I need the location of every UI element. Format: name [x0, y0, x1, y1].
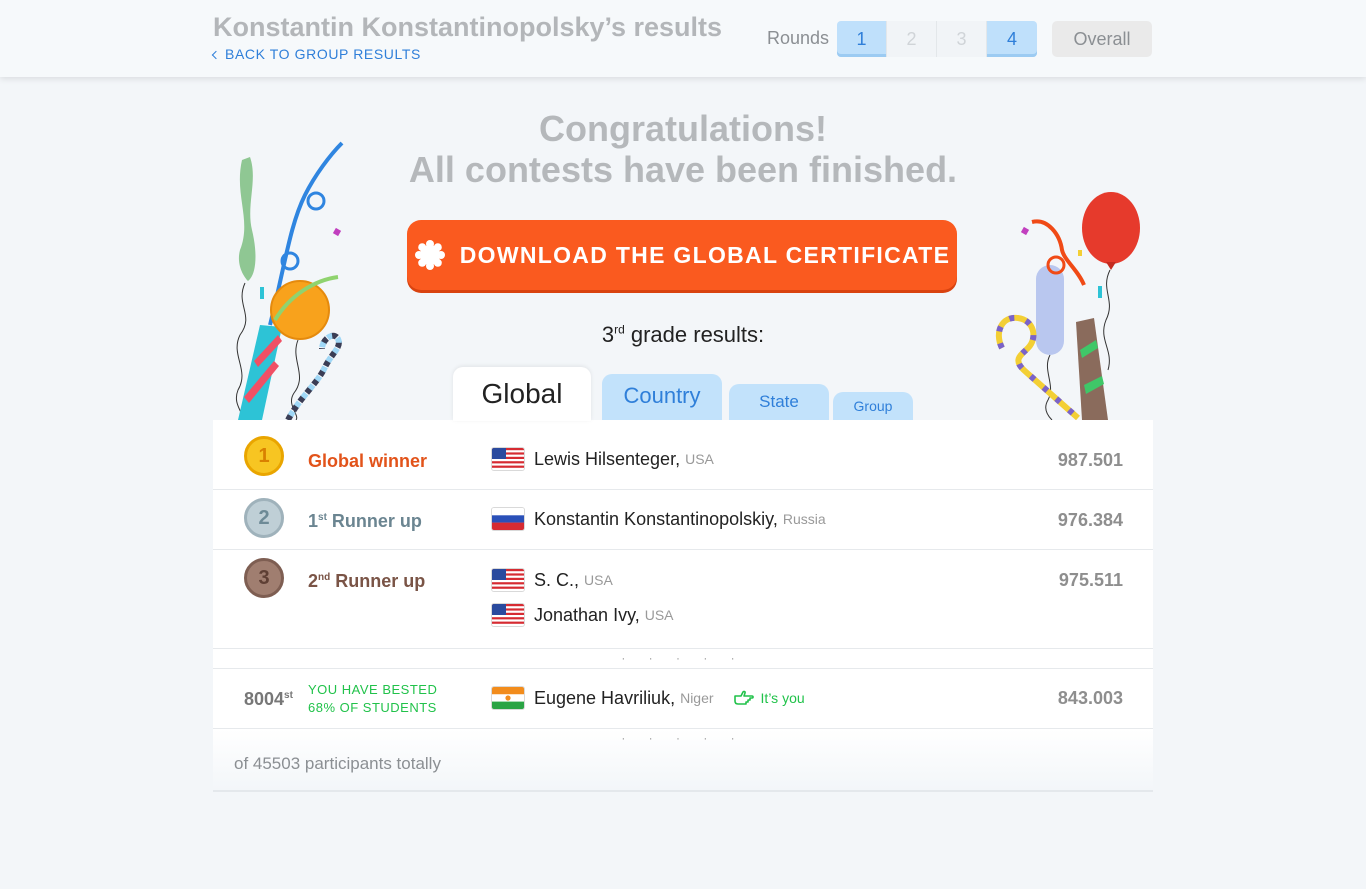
participant-name: Lewis Hilsenteger, [534, 448, 681, 469]
rounds-label: Rounds [767, 28, 830, 48]
tab-state[interactable]: State [729, 384, 829, 420]
usa-flag-icon [492, 448, 524, 470]
usa-flag-icon [492, 604, 524, 626]
place-text: Runner up [326, 511, 422, 531]
page-title: Konstantin Konstantinopolsky’s results [213, 12, 723, 42]
participant-name: S. C., [534, 569, 580, 590]
back-to-group-results-link[interactable]: BACK TO GROUP RESULTS [211, 46, 421, 62]
runner-up-entry: S. C., USA [492, 569, 613, 591]
its-you-label: It’s you [760, 690, 805, 706]
place-number: 1 [308, 511, 319, 531]
results-panel: 1 Global winner Lewis Hilsenteger, USA 9… [213, 420, 1153, 792]
chevron-left-icon [211, 50, 221, 60]
place-suffix: nd [318, 572, 331, 583]
gold-medal-icon: 1 [244, 436, 284, 476]
tab-country[interactable]: Country [602, 374, 722, 420]
participant-name: Konstantin Konstantinopolskiy, [534, 508, 778, 529]
besting-text: YOU HAVE BESTED 68% OF STUDENTS [308, 681, 437, 717]
score: 843.003 [1057, 688, 1123, 708]
participant-country: USA [685, 451, 714, 467]
usa-flag-icon [492, 569, 524, 591]
my-result-row: 8004st YOU HAVE BESTED 68% OF STUDENTS E… [213, 668, 1153, 729]
winner-entry: Lewis Hilsenteger, USA [492, 448, 714, 470]
silver-medal-icon: 2 [244, 498, 284, 538]
niger-flag-icon [492, 687, 524, 709]
russia-flag-icon [492, 508, 524, 530]
grade-text: grade results: [624, 322, 765, 347]
place-number: 2 [308, 571, 319, 591]
score: 976.384 [1057, 510, 1123, 530]
participant-name: Jonathan Ivy, [534, 604, 640, 625]
rank-number: 8004 [244, 689, 285, 709]
party-decoration-left-icon [236, 141, 344, 420]
place-label: Global winner [308, 451, 428, 471]
place-suffix: st [318, 512, 327, 523]
grade-suffix: rd [614, 322, 625, 337]
overall-button[interactable]: Overall [1052, 21, 1152, 57]
tab-global[interactable]: Global [453, 367, 591, 421]
besting-line-2: 68% OF STUDENTS [308, 700, 437, 715]
participant-country: Russia [782, 511, 826, 527]
certificate-button-label: DOWNLOAD THE GLOBAL CERTIFICATE [459, 241, 951, 268]
my-rank: 8004st [244, 689, 293, 710]
download-certificate-button[interactable]: DOWNLOAD THE GLOBAL CERTIFICATE [407, 220, 957, 290]
separator-dots: · · · · · [621, 651, 745, 665]
result-row-global-winner: 1 Global winner Lewis Hilsenteger, USA 9… [213, 420, 1153, 490]
back-link-label: BACK TO GROUP RESULTS [225, 46, 421, 62]
place-label: 1st Runner up [308, 511, 422, 532]
besting-line-1: YOU HAVE BESTED [308, 682, 438, 697]
runner-up-entry: Jonathan Ivy, USA [492, 604, 674, 626]
round-4-button[interactable]: 4 [987, 21, 1037, 57]
place-text: Runner up [330, 571, 426, 591]
round-1-button[interactable]: 1 [837, 21, 887, 57]
participant-country: USA [584, 572, 613, 588]
rank-suffix: st [284, 690, 293, 701]
party-decoration-right-icon [995, 192, 1140, 420]
round-2-button[interactable]: 2 [887, 21, 937, 57]
rounds-selector: 1 2 3 4 [837, 21, 1037, 57]
separator-dots: · · · · · [621, 731, 745, 745]
congratulations-heading: Congratulations! All contests have been … [380, 108, 986, 190]
total-participants: of 45503 participants totally [234, 754, 441, 773]
round-3-button[interactable]: 3 [937, 21, 987, 57]
result-row-second-runner-up: 3 2nd Runner up S. C., USA Jonathan Ivy,… [213, 550, 1153, 649]
score: 975.511 [1058, 570, 1123, 590]
tab-group[interactable]: Group [833, 392, 913, 420]
score: 987.501 [1057, 450, 1123, 470]
its-you-badge: It’s you [733, 690, 805, 706]
grade-heading: 3rd grade results: [520, 322, 846, 348]
participant-country: USA [644, 607, 674, 623]
bronze-medal-icon: 3 [244, 558, 284, 598]
grade-number: 3 [601, 322, 615, 347]
certificate-badge-icon [414, 240, 445, 270]
congrats-line-1: Congratulations! [539, 108, 827, 149]
runner-up-entry: Konstantin Konstantinopolskiy, Russia [492, 508, 826, 530]
result-row-first-runner-up: 2 1st Runner up Konstantin Konstantinopo… [213, 490, 1153, 550]
participant-name: Eugene Havriliuk, [534, 687, 676, 708]
my-entry: Eugene Havriliuk, Niger It’s you [492, 687, 805, 709]
top-bar: Konstantin Konstantinopolsky’s results B… [0, 0, 1366, 77]
participant-country: Niger [680, 690, 714, 706]
pointing-hand-icon [733, 690, 754, 705]
place-label: 2nd Runner up [308, 571, 425, 592]
congrats-line-2: All contests have been finished. [408, 149, 958, 190]
